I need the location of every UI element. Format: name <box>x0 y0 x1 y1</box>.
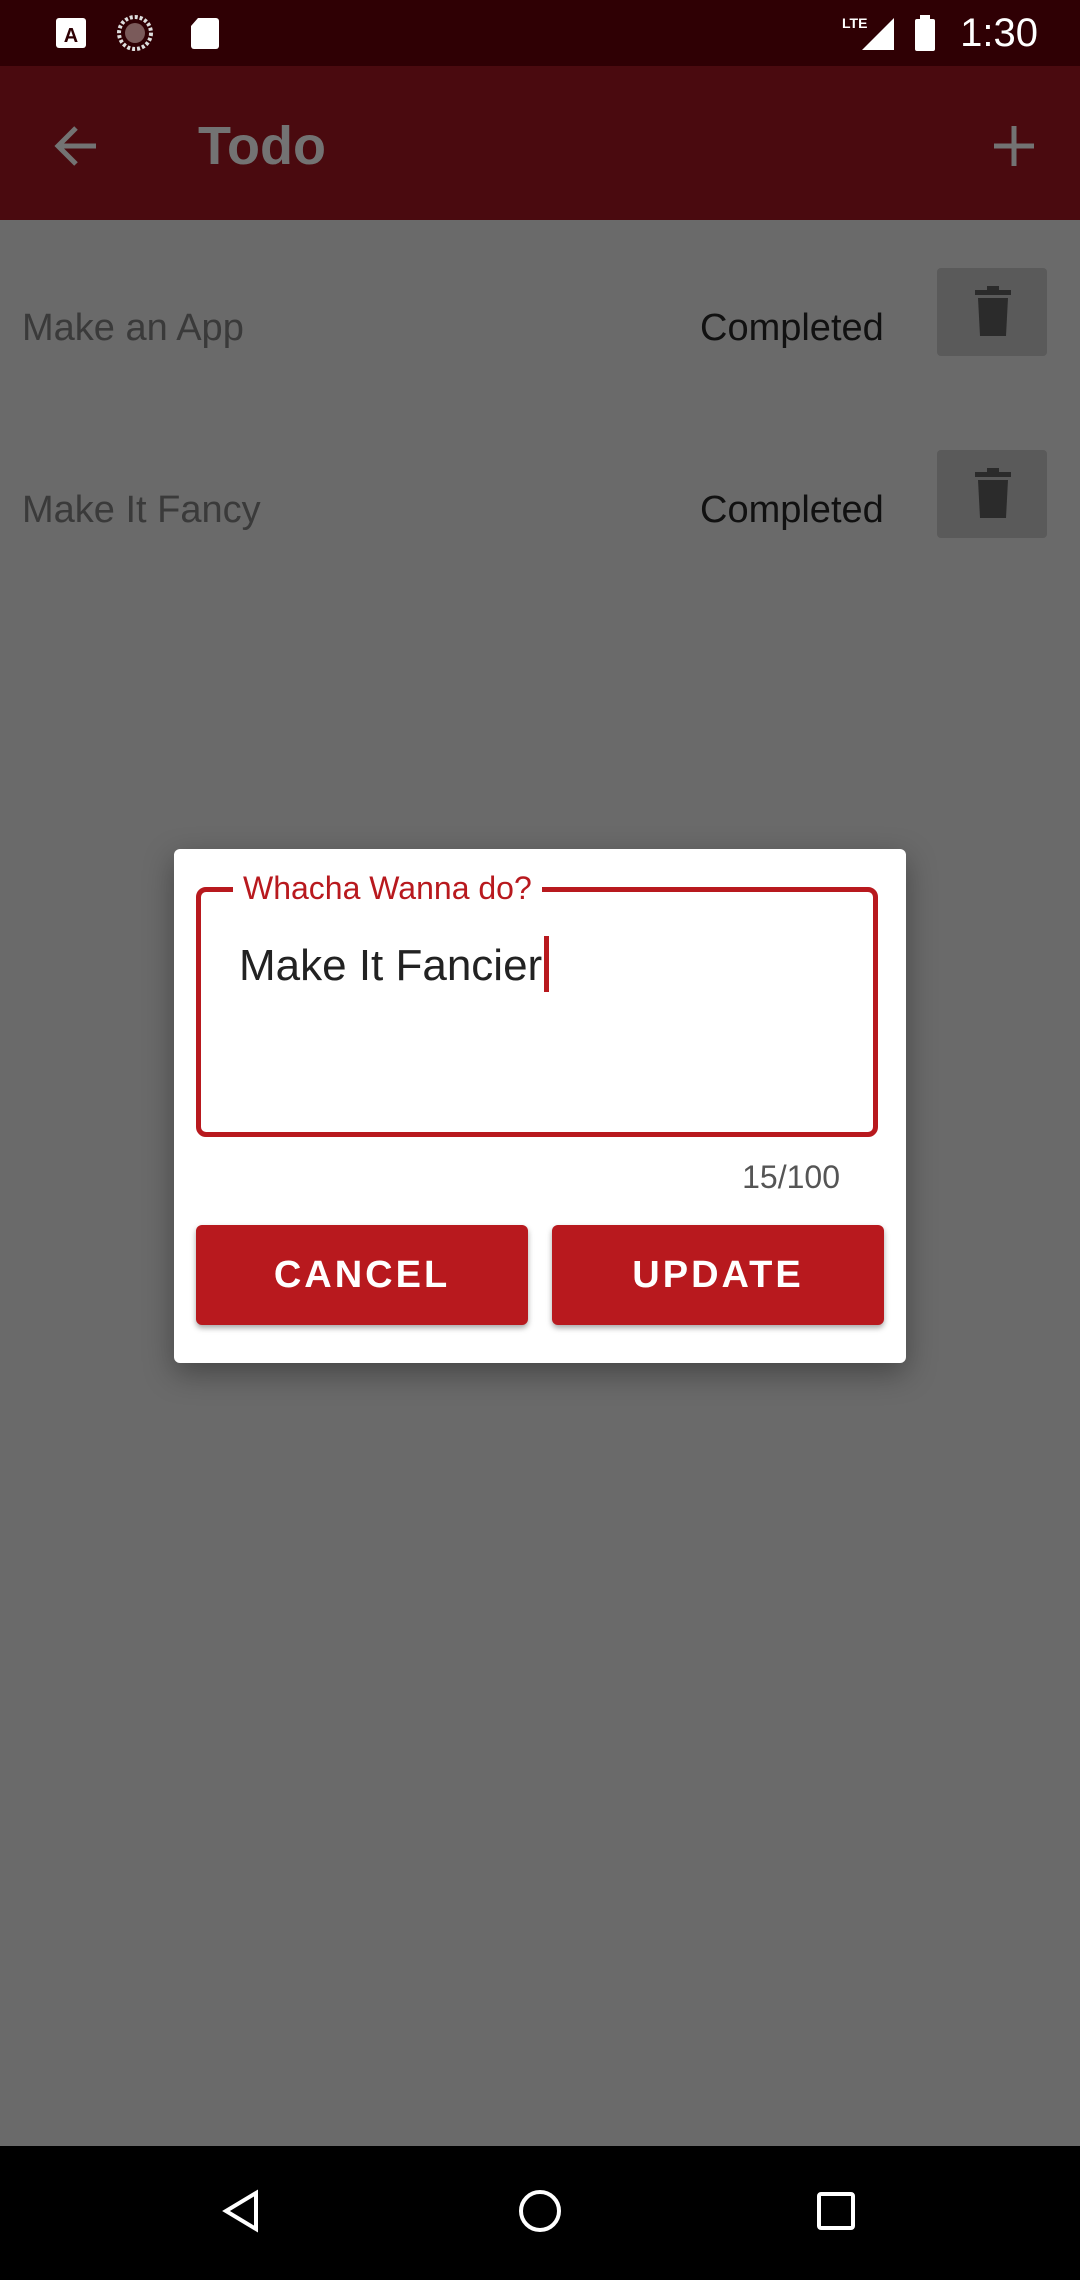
todo-status: Completed <box>700 489 884 531</box>
arrow-left-icon[interactable] <box>48 116 108 176</box>
back-triangle-icon[interactable] <box>212 2181 272 2241</box>
svg-text:LTE: LTE <box>842 15 867 31</box>
navigation-bar <box>0 2146 1080 2280</box>
field-value[interactable]: Make It Fancier <box>239 936 550 996</box>
cancel-button[interactable]: CANCEL <box>196 1225 528 1325</box>
status-time: 1:30 <box>960 11 1038 55</box>
field-text: Make It Fancier <box>239 941 543 990</box>
recents-square-icon[interactable] <box>806 2181 866 2241</box>
lte-signal-icon: LTE <box>842 15 894 50</box>
update-button[interactable]: UPDATE <box>552 1225 884 1325</box>
app-bar: Todo <box>0 66 1080 220</box>
plus-icon[interactable] <box>984 116 1044 176</box>
battery-icon <box>915 15 935 51</box>
delete-button[interactable] <box>937 268 1047 356</box>
loading-circle-icon <box>117 15 153 51</box>
todo-label: Make an App <box>22 307 244 349</box>
list-item[interactable]: Make an App Completed <box>0 268 1080 388</box>
status-bar: A LTE 1:30 <box>0 0 1080 66</box>
delete-button[interactable] <box>937 450 1047 538</box>
edit-todo-dialog: Whacha Wanna do? Make It Fancier 15/100 … <box>174 849 906 1363</box>
svg-text:A: A <box>64 25 78 47</box>
todo-status: Completed <box>700 307 884 349</box>
home-circle-icon[interactable] <box>510 2181 570 2241</box>
page-title: Todo <box>198 116 326 176</box>
todo-label: Make It Fancy <box>22 489 261 531</box>
sd-card-icon <box>191 18 219 49</box>
todo-text-field[interactable]: Whacha Wanna do? Make It Fancier <box>196 866 878 1137</box>
trash-icon <box>975 286 1011 336</box>
character-counter: 15/100 <box>742 1159 840 1195</box>
field-label: Whacha Wanna do? <box>233 866 542 910</box>
a-notification-icon: A <box>56 18 86 48</box>
list-item[interactable]: Make It Fancy Completed <box>0 450 1080 570</box>
text-cursor <box>544 936 550 992</box>
trash-icon <box>975 468 1011 518</box>
